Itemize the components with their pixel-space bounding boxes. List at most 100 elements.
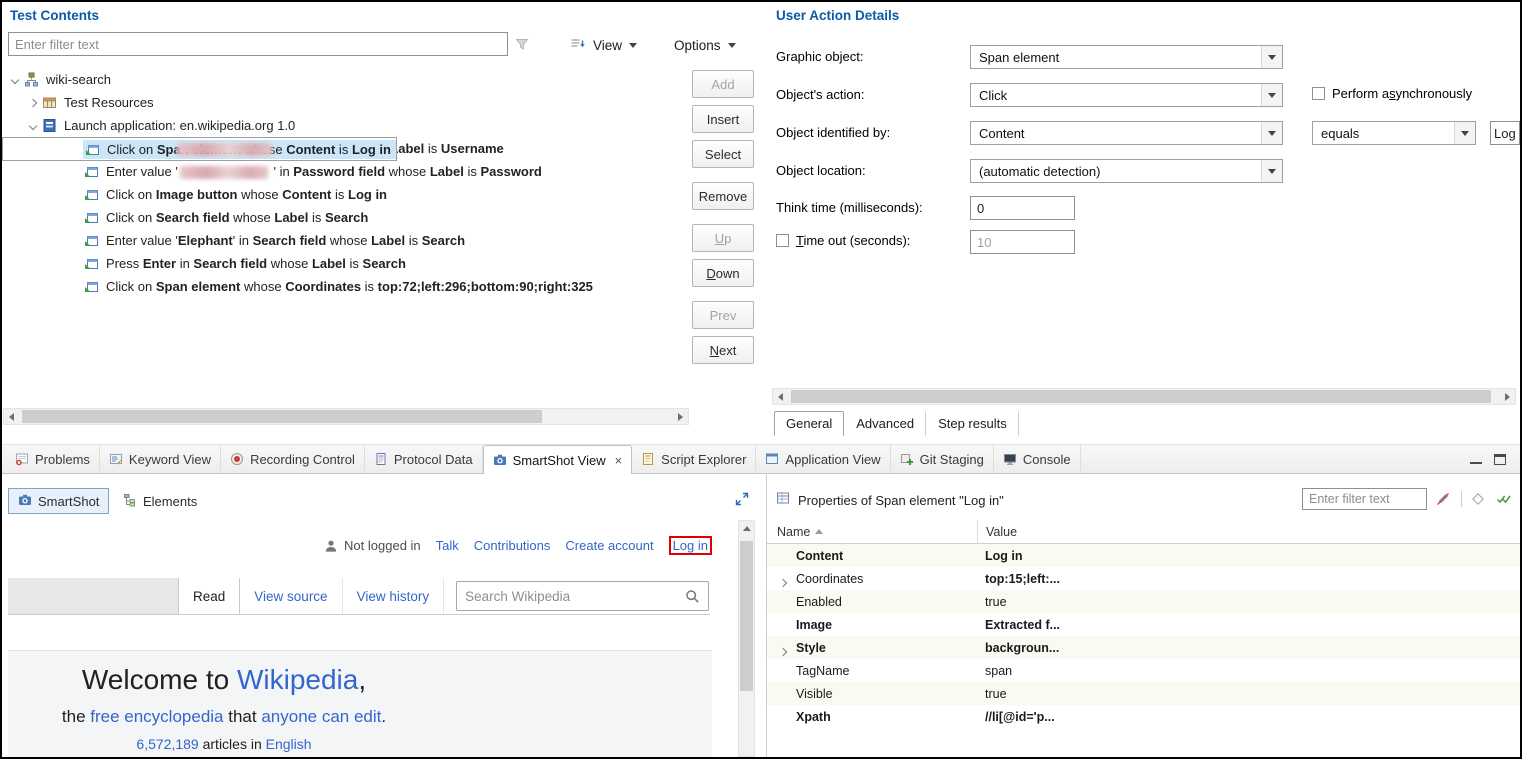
show-all-properties-icon[interactable] [1496, 492, 1512, 506]
add-button[interactable]: Add [692, 70, 754, 98]
timeout-label: Time out (seconds): [796, 233, 910, 248]
link-log-in[interactable]: Log in [669, 536, 712, 555]
tab-application-view[interactable]: Application View [756, 445, 890, 473]
perform-async-label: Perform asynchronously [1332, 86, 1472, 101]
property-row[interactable]: Visibletrue [767, 682, 1520, 705]
link-contributions[interactable]: Contributions [474, 538, 551, 553]
tab-step-results[interactable]: Step results [926, 411, 1019, 436]
collapse-icon[interactable] [8, 77, 22, 83]
tree-row[interactable]: Click on Search field whose Label is Sea… [2, 206, 690, 229]
minimize-icon[interactable] [1470, 454, 1482, 464]
property-row[interactable]: Xpath//li[@id='p... [767, 705, 1520, 728]
maximize-icon[interactable] [1494, 454, 1506, 465]
perform-async-checkbox[interactable]: Perform asynchronously [1312, 86, 1472, 101]
content-value-input[interactable] [1490, 121, 1520, 145]
link-create-account[interactable]: Create account [565, 538, 653, 553]
property-row[interactable]: ContentLog in [767, 544, 1520, 567]
view-tabbar-tabs: ProblemsKeyword ViewRecording ControlPro… [2, 445, 1081, 473]
wikipedia-search-box[interactable]: Search Wikipedia [456, 581, 709, 611]
expand-icon[interactable] [26, 100, 40, 106]
think-time-input[interactable] [970, 196, 1075, 220]
tab-smartshot[interactable]: SmartShot [8, 488, 109, 514]
tree-row[interactable]: Enter value 'Elephant' in Search field w… [2, 229, 690, 252]
property-row[interactable]: TagNamespan [767, 659, 1520, 682]
wiki-link[interactable]: 6,572,189 [136, 736, 198, 752]
insert-button[interactable]: Insert [692, 105, 754, 133]
scroll-right-button[interactable] [673, 409, 688, 424]
user-action-details-panel: User Action Details Graphic object: Span… [768, 2, 1520, 444]
wiki-link[interactable]: English [266, 736, 312, 752]
tree-row[interactable]: Test Resources [2, 91, 690, 114]
tab-recording-control[interactable]: Recording Control [221, 445, 365, 473]
tree-row[interactable]: Click on Image button whose Content is L… [2, 183, 690, 206]
properties-filter-input[interactable] [1302, 488, 1427, 510]
tab-elements[interactable]: Elements [114, 488, 206, 514]
wiki-tab-view-history[interactable]: View history [343, 578, 445, 614]
tree-row[interactable]: Enter value ' ' in Password field whose … [2, 160, 690, 183]
tab-smartshot-view[interactable]: SmartShot View× [483, 445, 633, 474]
column-header-value[interactable]: Value [977, 520, 1520, 543]
column-header-name[interactable]: Name [767, 525, 977, 539]
graphic-object-select[interactable]: Span element [970, 45, 1283, 69]
timeout-checkbox[interactable]: Time out (seconds): [776, 233, 910, 248]
close-icon[interactable]: × [615, 453, 623, 468]
select-button[interactable]: Select [692, 140, 754, 168]
link-talk[interactable]: Talk [436, 538, 459, 553]
view-menu-button[interactable]: View [564, 32, 643, 58]
next-button[interactable]: Next [692, 336, 754, 364]
prev-button[interactable]: Prev [692, 301, 754, 329]
property-value: backgroun... [985, 641, 1059, 655]
tab-advanced[interactable]: Advanced [844, 411, 926, 436]
operator-select[interactable]: equals [1312, 121, 1476, 145]
show-advanced-properties-icon[interactable] [1471, 492, 1487, 506]
tree-row[interactable]: Click on Span element whose Coordinates … [2, 275, 690, 298]
object-action-select[interactable]: Click [970, 83, 1283, 107]
down-button[interactable]: Down [692, 259, 754, 287]
tab-protocol-data[interactable]: Protocol Data [365, 445, 483, 473]
tab-keyword-view[interactable]: Keyword View [100, 445, 221, 473]
scroll-left-button[interactable] [773, 389, 788, 404]
wiki-tab-read[interactable]: Read [178, 578, 240, 614]
tab-script-explorer[interactable]: Script Explorer [632, 445, 756, 473]
tree-row[interactable]: wiki-search [2, 68, 690, 91]
identified-by-select[interactable]: Content [970, 121, 1283, 145]
expand-icon[interactable] [779, 647, 787, 655]
scroll-up-button[interactable] [739, 521, 754, 536]
scrollbar-thumb[interactable] [22, 410, 542, 423]
property-row[interactable]: Style backgroun... [767, 636, 1520, 659]
scroll-left-button[interactable] [4, 409, 19, 424]
tree-row[interactable]: Press Enter in Search field whose Label … [2, 252, 690, 275]
property-row[interactable]: Coordinatestop:15;left:... [767, 567, 1520, 590]
wiki-link[interactable]: anyone can edit [261, 707, 381, 726]
wiki-tab-view-source[interactable]: View source [240, 578, 342, 614]
property-name: Style [796, 641, 826, 655]
object-location-select[interactable]: (automatic detection) [970, 159, 1283, 183]
tree-row[interactable]: Launch application: en.wikipedia.org 1.0 [2, 114, 690, 137]
expand-icon[interactable] [779, 578, 787, 586]
tab-console[interactable]: Console [994, 445, 1081, 473]
filter-input[interactable] [8, 32, 508, 56]
horizontal-scrollbar[interactable] [772, 388, 1516, 405]
clear-filter-icon[interactable] [1436, 492, 1452, 506]
property-row[interactable]: ImageExtracted f... [767, 613, 1520, 636]
scrollbar-thumb[interactable] [791, 390, 1491, 403]
tab-git-staging[interactable]: Git Staging [891, 445, 994, 473]
wiki-link[interactable]: free encyclopedia [90, 707, 223, 726]
tab-problems[interactable]: Problems [6, 445, 100, 473]
vertical-scrollbar[interactable] [738, 520, 755, 757]
checkbox[interactable] [776, 234, 789, 247]
collapse-icon[interactable] [26, 123, 40, 129]
tab-general[interactable]: General [774, 411, 844, 436]
remove-button[interactable]: Remove [692, 182, 754, 210]
checkbox[interactable] [1312, 87, 1325, 100]
wiki-link[interactable]: Wikipedia [237, 664, 358, 695]
tab-label: Elements [143, 494, 197, 509]
horizontal-scrollbar[interactable] [3, 408, 689, 425]
graphic-object-label: Graphic object: [776, 49, 863, 64]
scroll-right-button[interactable] [1500, 389, 1515, 404]
scrollbar-thumb[interactable] [740, 541, 753, 691]
options-menu-button[interactable]: Options [668, 32, 742, 58]
property-row[interactable]: Enabledtrue [767, 590, 1520, 613]
maximize-view-icon[interactable] [735, 492, 749, 506]
up-button[interactable]: Up [692, 224, 754, 252]
